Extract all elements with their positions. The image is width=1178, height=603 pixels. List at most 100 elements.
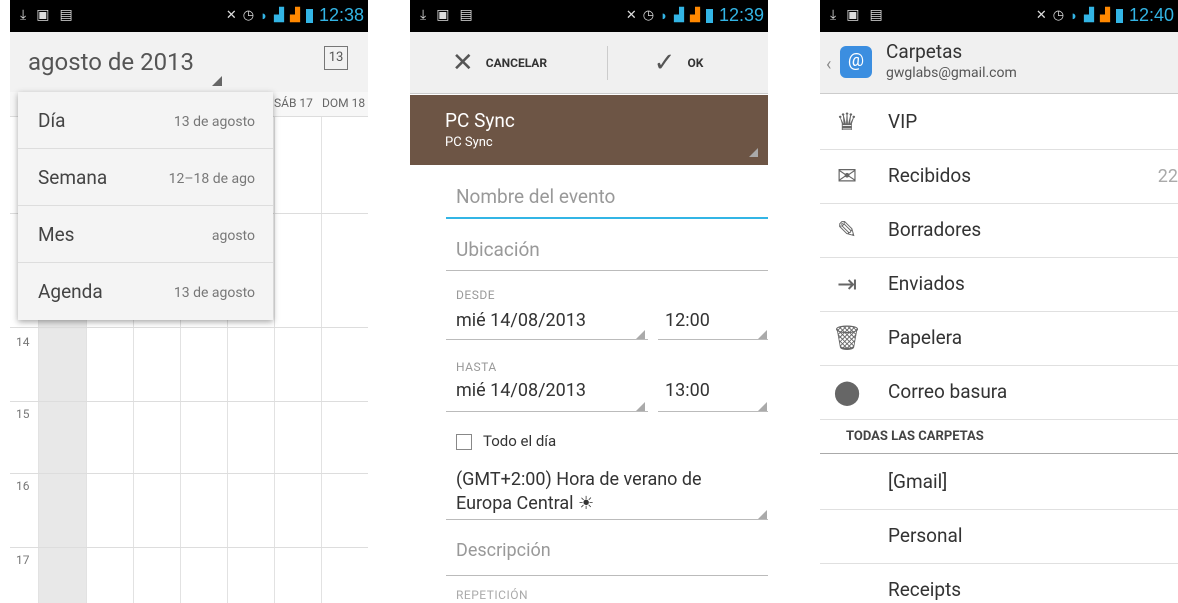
image-icon: ▣ [36, 7, 50, 23]
clock: 12:39 [718, 5, 764, 25]
sd-icon: ▤ [869, 7, 883, 23]
status-bar: ⤓ ▣ ▤ ✕ ◷ ◗ ▟ ▟ 12:39 [410, 0, 768, 32]
signal2-icon: ▟ [1099, 8, 1110, 23]
mute-icon: ✕ [1035, 8, 1047, 23]
view-option-month[interactable]: Mes agosto [18, 206, 273, 263]
trash-icon: 🗑 [832, 324, 863, 352]
battery-icon [705, 8, 713, 23]
repeat-label: REPETICIÓN [456, 588, 529, 602]
account-email: gwglabs@gmail.com [886, 65, 1017, 81]
sent-icon: ⇥ [836, 270, 858, 298]
from-date[interactable]: mié 14/08/2013 [456, 310, 586, 331]
folder-receipts[interactable]: Receipts [820, 564, 1178, 603]
calendar-selector[interactable]: PC Sync PC Sync [410, 95, 768, 165]
folder-spam[interactable]: ⬤ Correo basura [820, 366, 1178, 420]
image-icon: ▣ [436, 7, 450, 23]
download-icon: ⤓ [830, 7, 837, 23]
calendar-header: agosto de 2013 13 [10, 32, 368, 92]
timezone-selector[interactable]: (GMT+2:00) Hora de verano de Europa Cent… [456, 468, 756, 516]
status-bar: ⤓ ▣ ▤ ✕ ◷ ◗ ▟ ▟ 12:40 [820, 0, 1178, 32]
spinner-corner-icon [758, 330, 767, 339]
calendar-screen: ⤓ ▣ ▤ ✕ ◷ ◗ ▟ ▟ 12:38 agosto de 2013 13 SÁB 17 … [10, 0, 368, 603]
view-option-agenda[interactable]: Agenda 13 de agosto [18, 263, 273, 320]
signal2-icon: ▟ [289, 8, 300, 23]
spinner-corner-icon [636, 402, 645, 411]
calendar-account: PC Sync [445, 135, 493, 150]
mute-icon: ✕ [225, 8, 237, 23]
clock: 12:40 [1128, 5, 1174, 25]
sd-icon: ▤ [59, 7, 73, 23]
spinner-corner-icon [758, 510, 767, 519]
folder-trash[interactable]: 🗑 Papelera [820, 312, 1178, 366]
view-option-day[interactable]: Día 13 de agosto [18, 92, 273, 149]
event-editor-screen: ⤓ ▣ ▤ ✕ ◷ ◗ ▟ ▟ 12:39 ✕ CANCELAR ✓ OK PC Sync PC … [410, 0, 768, 603]
hour-label: 15 [16, 407, 30, 421]
folder-inbox[interactable]: ✉ Recibidos 22 [820, 150, 1178, 204]
hour-label: 14 [16, 335, 30, 349]
sd-icon: ▤ [459, 7, 473, 23]
month-title[interactable]: agosto de 2013 [28, 48, 194, 76]
drafts-icon: ✎ [836, 216, 858, 244]
all-day-checkbox[interactable] [456, 434, 472, 450]
battery-icon [1115, 8, 1123, 23]
action-bar: ✕ CANCELAR ✓ OK [410, 32, 768, 94]
event-name-field[interactable]: Nombre del evento [446, 185, 768, 219]
alarm-icon: ◷ [1052, 8, 1065, 23]
from-time[interactable]: 12:00 [665, 310, 710, 331]
view-option-week[interactable]: Semana 12–18 de ago [18, 149, 273, 206]
dropdown-caret-icon [212, 76, 222, 86]
back-icon[interactable]: ‹ [826, 54, 831, 75]
image-icon: ▣ [846, 7, 860, 23]
from-label: DESDE [456, 288, 496, 302]
wifi-icon: ◗ [660, 8, 668, 24]
folder-drafts[interactable]: ✎ Borradores [820, 204, 1178, 258]
location-field[interactable]: Ubicación [446, 238, 768, 271]
day-header: DOM 18 [322, 96, 366, 110]
ok-button[interactable]: ✓ OK [589, 32, 768, 94]
wifi-icon: ◗ [1070, 8, 1078, 24]
hour-label: 17 [16, 553, 30, 567]
spam-icon: ⬤ [833, 378, 861, 406]
day-header: SÁB 17 [274, 96, 313, 110]
email-app-icon: @ [840, 46, 872, 78]
signal-icon: ▟ [673, 8, 684, 23]
all-day-label: Todo el día [483, 432, 557, 450]
alarm-icon: ◷ [642, 8, 655, 23]
mute-icon: ✕ [625, 8, 637, 23]
spinner-corner-icon [758, 402, 767, 411]
hour-label: 16 [16, 479, 30, 493]
calendar-name: PC Sync [445, 109, 515, 132]
check-icon: ✓ [653, 48, 676, 78]
to-time[interactable]: 13:00 [665, 380, 710, 401]
all-folders-header: TODAS LAS CARPETAS [820, 420, 1178, 454]
signal2-icon: ▟ [689, 8, 700, 23]
close-icon: ✕ [451, 48, 474, 78]
to-label: HASTA [456, 360, 497, 374]
download-icon: ⤓ [20, 7, 27, 23]
battery-icon [305, 8, 313, 23]
crown-icon: ♛ [836, 108, 858, 136]
folder-vip[interactable]: ♛ VIP [820, 96, 1178, 150]
folder-personal[interactable]: Personal [820, 510, 1178, 564]
to-date[interactable]: mié 14/08/2013 [456, 380, 586, 401]
wifi-icon: ◗ [260, 8, 268, 24]
today-button[interactable]: 13 [324, 46, 348, 70]
signal-icon: ▟ [1083, 8, 1094, 23]
download-icon: ⤓ [420, 7, 427, 23]
unread-count: 22 [1157, 166, 1178, 187]
action-bar[interactable]: ‹ @ Carpetas gwglabs@gmail.com [820, 32, 1178, 94]
folder-sent[interactable]: ⇥ Enviados [820, 258, 1178, 312]
mail-folders-screen: ⤓ ▣ ▤ ✕ ◷ ◗ ▟ ▟ 12:40 ‹ @ Carpetas gwglabs@gmai… [820, 0, 1178, 603]
alarm-icon: ◷ [242, 8, 255, 23]
folder-gmail[interactable]: [Gmail] [820, 456, 1178, 510]
cancel-button[interactable]: ✕ CANCELAR [410, 32, 589, 94]
clock: 12:38 [318, 5, 364, 25]
description-field[interactable]: Descripción [456, 540, 551, 561]
signal-icon: ▟ [273, 8, 284, 23]
page-title: Carpetas [886, 40, 963, 63]
view-dropdown: Día 13 de agosto Semana 12–18 de ago Mes ag… [18, 92, 273, 320]
envelope-icon: ✉ [836, 162, 858, 190]
spinner-corner-icon [636, 330, 645, 339]
status-bar: ⤓ ▣ ▤ ✕ ◷ ◗ ▟ ▟ 12:38 [10, 0, 368, 32]
spinner-corner-icon [749, 148, 758, 157]
